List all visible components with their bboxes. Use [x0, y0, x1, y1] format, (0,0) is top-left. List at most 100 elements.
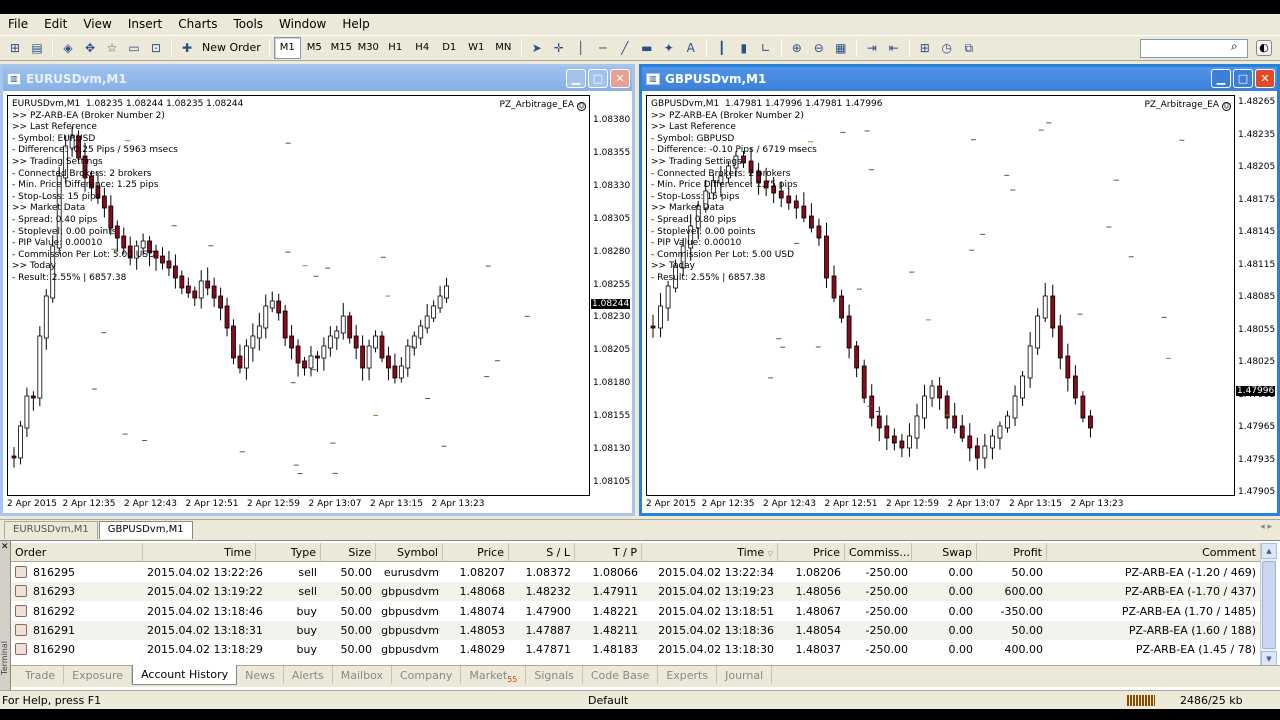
column-header-close-price[interactable]: Price: [778, 543, 845, 562]
price-chart[interactable]: GBPUSDvm,M1 1.47981 1.47996 1.47981 1.47…: [646, 95, 1235, 496]
strategy-tester-icon[interactable]: ⊡: [145, 38, 167, 58]
menu-charts[interactable]: Charts: [170, 14, 225, 34]
column-header-profit[interactable]: Profit: [977, 543, 1047, 562]
menu-help[interactable]: Help: [334, 14, 377, 34]
chart-tab-eurusd[interactable]: EURUSDvm,M1: [4, 521, 98, 539]
chart-window-gbpusd[interactable]: ▥ GBPUSDvm,M1 ▁ □ ✕ GBPUSDvm,M1 1.47981 …: [639, 64, 1280, 516]
timeframe-m30[interactable]: M30: [355, 38, 382, 58]
terminal-tab-account-history[interactable]: Account History: [132, 665, 238, 685]
tab-scroll-arrows-icon[interactable]: ◂ ▸: [1260, 522, 1272, 532]
column-header-symbol[interactable]: Symbol: [376, 543, 443, 562]
scroll-up-icon[interactable]: ▲: [1261, 543, 1277, 559]
chart-tab-gbpusd[interactable]: GBPUSDvm,M1: [98, 521, 193, 539]
bear-candle: [295, 345, 301, 364]
timeframe-d1[interactable]: D1: [436, 38, 463, 58]
terminal-tab-mailbox[interactable]: Mailbox: [333, 666, 392, 684]
close-button[interactable]: ✕: [1255, 69, 1275, 88]
column-header-comment[interactable]: Comment: [1047, 543, 1260, 562]
table-row[interactable]: 816295 2015.04.02 13:22:26 sell 50.00 eurusd…: [11, 563, 1260, 582]
column-header-sl[interactable]: S / L: [509, 543, 575, 562]
menu-view[interactable]: View: [75, 14, 119, 34]
table-row[interactable]: 816292 2015.04.02 13:18:46 buy 50.00 gbpusdv…: [11, 602, 1260, 621]
horizontal-line-icon[interactable]: ─: [592, 38, 614, 58]
community-icon[interactable]: ◐: [1256, 40, 1272, 56]
maximize-button[interactable]: □: [1233, 69, 1253, 88]
column-header-order[interactable]: Order: [11, 543, 143, 562]
candlestick-icon[interactable]: ▮: [733, 38, 755, 58]
timeframe-h4[interactable]: H4: [409, 38, 436, 58]
terminal-tab-company[interactable]: Company: [392, 666, 462, 684]
menu-window[interactable]: Window: [271, 14, 334, 34]
navigator-icon[interactable]: ✥: [79, 38, 101, 58]
profiles-icon[interactable]: ▤: [26, 38, 48, 58]
cursor-icon[interactable]: ➤: [526, 38, 548, 58]
terminal-tab-market[interactable]: Market55: [461, 666, 527, 684]
column-header-size[interactable]: Size: [321, 543, 376, 562]
bar-chart-icon[interactable]: ┃: [711, 38, 733, 58]
zoom-in-icon[interactable]: ⊕: [786, 38, 808, 58]
column-header-type[interactable]: Type: [256, 543, 321, 562]
minimize-button[interactable]: ▁: [1211, 69, 1231, 88]
column-header-close-time[interactable]: Time ▽: [642, 543, 778, 562]
terminal-icon[interactable]: ▭: [123, 38, 145, 58]
new-order-button[interactable]: New Order: [198, 38, 265, 58]
column-header-tp[interactable]: T / P: [575, 543, 642, 562]
chart-window-eurusd[interactable]: ▥ EURUSDvm,M1 ▁ □ ✕ EURUSDvm,M1 1.08235 …: [0, 64, 635, 516]
periods-icon[interactable]: ◷: [936, 38, 958, 58]
timeframe-m15[interactable]: M15: [328, 38, 355, 58]
table-row[interactable]: 816293 2015.04.02 13:19:22 sell 50.00 gbpusd…: [11, 582, 1260, 602]
menu-insert[interactable]: Insert: [120, 14, 170, 34]
chart-window-titlebar[interactable]: ▥ EURUSDvm,M1 ▁ □ ✕: [3, 67, 632, 91]
terminal-tab-journal[interactable]: Journal: [717, 666, 773, 684]
search-icon[interactable]: ⌕: [1231, 39, 1238, 54]
vertical-scrollbar[interactable]: ▲ ▼: [1260, 543, 1277, 667]
column-header-commission[interactable]: Commiss...: [845, 543, 912, 562]
zoom-out-icon[interactable]: ⊖: [808, 38, 830, 58]
table-row[interactable]: 816290 2015.04.02 13:18:29 buy 50.00 gbpusdv…: [11, 640, 1260, 659]
data-window-icon[interactable]: ☆: [101, 38, 123, 58]
chart-window-titlebar[interactable]: ▥ GBPUSDvm,M1 ▁ □ ✕: [642, 67, 1277, 91]
tile-windows-icon[interactable]: ▦: [830, 38, 852, 58]
new-chart-icon[interactable]: ⊞: [4, 38, 26, 58]
menu-edit[interactable]: Edit: [36, 14, 75, 34]
autoscroll-icon[interactable]: ⇥: [861, 38, 883, 58]
chart-shift-icon[interactable]: ⇤: [883, 38, 905, 58]
terminal-tab-trade[interactable]: Trade: [17, 666, 65, 684]
price-chart[interactable]: EURUSDvm,M1 1.08235 1.08244 1.08235 1.08…: [7, 95, 590, 496]
timeframe-w1[interactable]: W1: [463, 38, 490, 58]
terminal-tab-code-base[interactable]: Code Base: [583, 666, 659, 684]
timeframe-h1[interactable]: H1: [382, 38, 409, 58]
close-button[interactable]: ✕: [610, 69, 630, 88]
timeframe-mn[interactable]: MN: [490, 38, 517, 58]
templates-icon[interactable]: ⧉: [958, 38, 980, 58]
terminal-tab-exposure[interactable]: Exposure: [64, 666, 133, 684]
terminal-tab-news[interactable]: News: [237, 666, 284, 684]
close-icon[interactable]: ✕: [1, 542, 9, 552]
trendline-icon[interactable]: ╱: [614, 38, 636, 58]
timeframe-m1[interactable]: M1: [273, 37, 301, 59]
shapes-icon[interactable]: ✦: [658, 38, 680, 58]
market-watch-icon[interactable]: ◈: [57, 38, 79, 58]
column-header-price[interactable]: Price: [443, 543, 509, 562]
column-header-swap[interactable]: Swap: [912, 543, 977, 562]
column-header-open-time[interactable]: Time: [143, 543, 256, 562]
vertical-line-icon[interactable]: │: [570, 38, 592, 58]
text-tool-icon[interactable]: A: [680, 38, 702, 58]
menu-tools[interactable]: Tools: [225, 14, 271, 34]
scroll-thumb[interactable]: [1262, 561, 1276, 649]
channel-icon[interactable]: ▬: [636, 38, 658, 58]
crosshair-icon[interactable]: ✛: [548, 38, 570, 58]
new-order-icon[interactable]: ✚: [176, 38, 198, 58]
timeframe-m5[interactable]: M5: [301, 38, 328, 58]
indicators-icon[interactable]: ⊞: [914, 38, 936, 58]
terminal-tab-experts[interactable]: Experts: [658, 666, 718, 684]
terminal-tab-alerts[interactable]: Alerts: [284, 666, 333, 684]
menu-file[interactable]: File: [0, 14, 36, 34]
terminal-tab-signals[interactable]: Signals: [526, 666, 583, 684]
expert-advisor-label[interactable]: PZ_Arbitrage_EA ☺: [499, 100, 586, 111]
minimize-button[interactable]: ▁: [566, 69, 586, 88]
table-row[interactable]: 816291 2015.04.02 13:18:31 buy 50.00 gbpusdv…: [11, 620, 1260, 640]
expert-advisor-label[interactable]: PZ_Arbitrage_EA ☺: [1144, 100, 1231, 111]
maximize-button[interactable]: □: [588, 69, 608, 88]
line-chart-icon[interactable]: ∟: [755, 38, 777, 58]
